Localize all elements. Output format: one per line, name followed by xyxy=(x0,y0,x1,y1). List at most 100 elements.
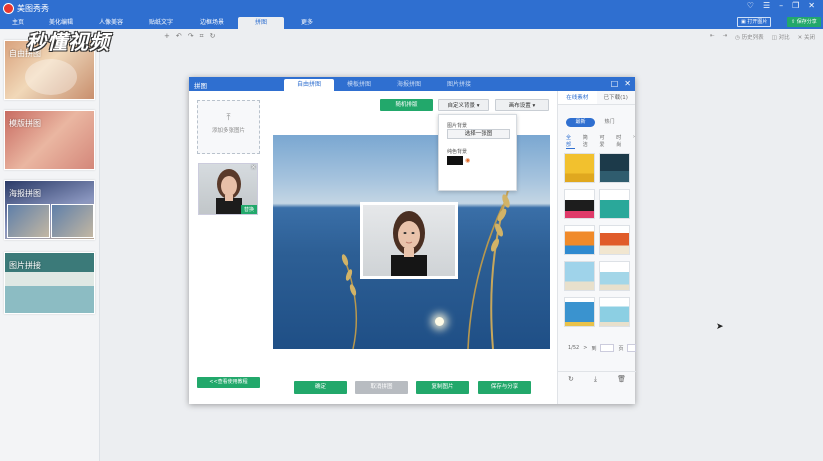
trash-icon[interactable]: 🗑 xyxy=(617,372,626,385)
download-icon[interactable]: ⤓ xyxy=(594,372,597,385)
material-thumbnail[interactable] xyxy=(564,189,595,219)
background-popup: 图片背景 选择一张图 纯色背景 ◉ xyxy=(438,114,517,191)
material-tabs: 在线素材 已下载(1) xyxy=(558,91,635,105)
zoom-in-icon[interactable]: + xyxy=(164,32,170,41)
dialog-tab-stitch[interactable]: 图片拼接 xyxy=(434,79,484,91)
tab-online-materials[interactable]: 在线素材 xyxy=(558,91,597,104)
sidebar-item-image-stitch[interactable]: 图片拼接 xyxy=(4,252,95,314)
page-indicator: 1/52 xyxy=(568,345,580,351)
history-list-button[interactable]: ◷ 历史列表 xyxy=(735,33,764,41)
menu-icon[interactable]: ☰ xyxy=(763,1,770,10)
app-title: 美图秀秀 xyxy=(17,4,49,13)
page-suffix: 页 xyxy=(618,345,624,352)
replace-image-button[interactable]: 替换 xyxy=(240,205,257,214)
sort-newest[interactable]: 最新 xyxy=(566,118,595,127)
sort-toggle: 最新 热门 xyxy=(566,118,624,127)
sidebar-item-label: 模版拼图 xyxy=(9,119,41,128)
tutorial-button[interactable]: <<查看使用教程 xyxy=(197,377,260,388)
save-and-share-button[interactable]: 保存与分享 xyxy=(478,381,531,394)
solid-color-swatch[interactable] xyxy=(447,156,463,165)
dialog-tab-free[interactable]: 自由拼图 xyxy=(284,79,334,91)
material-panel: 在线素材 已下载(1) 最新 热门 全部 简洁 可爱 时尚 › 1/52 > 到… xyxy=(557,91,637,404)
random-layout-button[interactable]: 随机排版 xyxy=(380,99,433,111)
mouse-cursor-icon: ➤ xyxy=(716,322,724,332)
open-image-button[interactable]: ▣ 打开图片 xyxy=(737,17,772,27)
refresh-icon[interactable]: ↻ xyxy=(568,372,574,385)
save-share-button[interactable]: ⇪ 保存分享 xyxy=(787,17,821,27)
dialog-header: 拼图 自由拼图 模板拼图 海报拼图 图片拼接 □ ✕ xyxy=(189,77,635,91)
tab-collage[interactable]: 拼图 xyxy=(238,17,284,29)
tab-stickers-text[interactable]: 贴纸文字 xyxy=(136,17,186,29)
close-edit-button[interactable]: ✕ 关闭 xyxy=(798,33,815,41)
dialog-title: 拼图 xyxy=(194,82,207,90)
refresh-icon[interactable]: ↻ xyxy=(210,32,216,41)
canvas-settings-dropdown[interactable]: 画布设置 ▾ xyxy=(495,99,549,111)
cancel-collage-button[interactable]: 取消拼图 xyxy=(355,381,408,394)
category-simple[interactable]: 简洁 xyxy=(583,134,592,149)
image-background-label: 图片背景 xyxy=(447,123,468,129)
sun-glare xyxy=(435,317,444,326)
rotate-right-icon[interactable]: ↷ xyxy=(188,32,194,41)
material-pager: 1/52 > 到 页 xyxy=(568,344,637,352)
add-images-area[interactable]: ⤒ 添加多张图片 xyxy=(197,100,260,154)
ok-button[interactable]: 确定 xyxy=(294,381,347,394)
compare-button[interactable]: ◫ 对比 xyxy=(772,33,790,41)
dialog-window-controls: □ ✕ xyxy=(611,79,631,88)
dialog-tab-poster[interactable]: 海报拼图 xyxy=(384,79,434,91)
tool-icons: + ↶ ↷ ⌗ ↻ xyxy=(164,32,215,41)
undo-icon[interactable]: ⇤ xyxy=(710,33,715,41)
sidebar-item-label: 图片拼接 xyxy=(9,261,41,270)
tab-frames[interactable]: 边框场景 xyxy=(186,17,238,29)
maximize-icon[interactable]: ❐ xyxy=(792,1,799,10)
material-thumbnail[interactable] xyxy=(564,153,595,183)
category-cute[interactable]: 可爱 xyxy=(600,134,609,149)
dialog-tabs: 自由拼图 模板拼图 海报拼图 图片拼接 xyxy=(284,79,484,91)
remove-image-icon[interactable]: ✕ xyxy=(251,164,256,171)
sidebar-item-label: 海报拼图 xyxy=(9,189,41,198)
dialog-tab-template[interactable]: 模板拼图 xyxy=(334,79,384,91)
sidebar-item-template-collage[interactable]: 模版拼图 xyxy=(4,110,95,170)
collage-dialog: 拼图 自由拼图 模板拼图 海报拼图 图片拼接 □ ✕ ⤒ 添加多张图片 ✕ 替换… xyxy=(189,77,637,404)
minimize-icon[interactable]: – xyxy=(779,1,783,10)
category-next-icon[interactable]: › xyxy=(633,134,635,149)
rotate-left-icon[interactable]: ↶ xyxy=(176,32,182,41)
pick-image-button[interactable]: 选择一张图 xyxy=(447,129,510,139)
close-icon[interactable]: ✕ xyxy=(808,1,815,10)
sidebar-item-poster-collage[interactable]: 海报拼图 xyxy=(4,180,95,240)
material-thumbnail[interactable] xyxy=(599,153,630,183)
material-thumbnail[interactable] xyxy=(599,297,630,327)
redo-icon[interactable]: ⇥ xyxy=(722,33,727,41)
material-grid xyxy=(564,153,630,327)
tab-more[interactable]: 更多 xyxy=(284,17,330,29)
skin-icon[interactable]: ♡ xyxy=(747,1,754,10)
image-thumbnail[interactable]: ✕ 替换 xyxy=(198,163,258,215)
dialog-maximize-icon[interactable]: □ xyxy=(611,79,619,88)
material-actions: ↻ ⤓ 🗑 xyxy=(558,371,636,385)
collage-mode-sidebar: 自由拼图 模版拼图 海报拼图 图片拼接 xyxy=(0,30,100,461)
material-thumbnail[interactable] xyxy=(599,225,630,255)
dialog-close-icon[interactable]: ✕ xyxy=(624,79,631,88)
material-thumbnail[interactable] xyxy=(564,261,595,291)
copy-image-button[interactable]: 复制图片 xyxy=(416,381,469,394)
collage-photo-frame[interactable] xyxy=(360,202,458,279)
app-title-bar: 美图秀秀 ♡ ☰ – ❐ ✕ 主页 美化编辑 人像美容 贴纸文字 边框场景 拼图… xyxy=(0,0,823,29)
collage-photo xyxy=(363,205,455,276)
tab-downloaded[interactable]: 已下载(1) xyxy=(597,91,636,104)
sort-hot[interactable]: 热门 xyxy=(595,118,624,127)
material-thumbnail[interactable] xyxy=(564,225,595,255)
category-fashion[interactable]: 时尚 xyxy=(616,134,625,149)
go-page-button[interactable] xyxy=(627,344,637,352)
page-input[interactable] xyxy=(600,344,615,352)
category-all[interactable]: 全部 xyxy=(566,134,575,149)
material-thumbnail[interactable] xyxy=(599,261,630,291)
material-thumbnail[interactable] xyxy=(564,297,595,327)
meitu-logo-icon xyxy=(3,3,14,14)
crop-icon[interactable]: ⌗ xyxy=(200,32,204,41)
material-thumbnail[interactable] xyxy=(599,189,630,219)
material-categories: 全部 简洁 可爱 时尚 › xyxy=(566,134,635,149)
custom-background-dropdown[interactable]: 自定义背景 ▾ xyxy=(438,99,489,111)
next-page-button[interactable]: > xyxy=(583,345,587,351)
goto-label: 到 xyxy=(591,345,597,352)
history-tools: ⇤ ⇥ ◷ 历史列表 ◫ 对比 ✕ 关闭 xyxy=(710,33,815,41)
color-picker-icon[interactable]: ◉ xyxy=(465,157,470,164)
